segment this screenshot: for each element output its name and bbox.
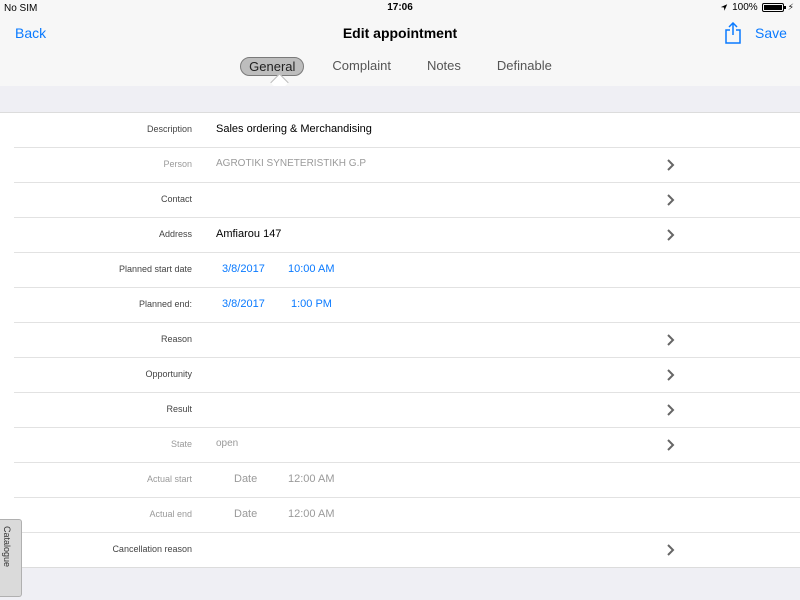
catalogue-tab[interactable]: Catalogue (0, 519, 22, 597)
tab-complaint[interactable]: Complaint (324, 57, 399, 76)
chevron-right-icon (667, 229, 675, 241)
reason-row[interactable]: Reason (14, 323, 800, 358)
charging-icon: ⚡ (787, 2, 794, 12)
chevron-right-icon (667, 439, 675, 451)
chevron-right-icon (667, 334, 675, 346)
cancellation-reason-row[interactable]: Cancellation reason (14, 533, 800, 567)
status-bar: No SIM 17:06 100% ⚡ (0, 0, 800, 16)
share-icon[interactable] (724, 22, 742, 44)
actual-end-date: Date (234, 508, 258, 520)
state-label: State (170, 439, 192, 449)
state-value: open (216, 438, 239, 449)
chevron-right-icon (667, 369, 675, 381)
status-right: 100% ⚡ (720, 2, 794, 13)
actual-end-label: Actual end (149, 509, 192, 519)
planned-end-date[interactable]: 3/8/2017 (222, 298, 265, 310)
address-label: Address (158, 229, 192, 239)
person-row[interactable]: Person AGROTIKI SYNETERISTIKH G.P (14, 148, 800, 183)
planned-end-label: Planned end: (138, 299, 192, 309)
reason-label: Reason (160, 334, 192, 344)
chevron-right-icon (667, 544, 675, 556)
chevron-right-icon (667, 194, 675, 206)
description-label: Description (146, 124, 192, 134)
state-row[interactable]: State open (14, 428, 800, 463)
person-value: AGROTIKI SYNETERISTIKH G.P (216, 158, 367, 169)
chevron-right-icon (667, 159, 675, 171)
actual-start-row: Actual start Date 12:00 AM (14, 463, 800, 498)
person-label: Person (163, 159, 192, 169)
opportunity-label: Opportunity (145, 369, 192, 379)
planned-start-row: Planned start date 3/8/2017 10:00 AM (14, 253, 800, 288)
description-field[interactable]: Sales ordering & Merchandising (216, 123, 372, 135)
contact-row[interactable]: Contact (14, 183, 800, 218)
catalogue-tab-label: Catalogue (2, 526, 12, 568)
actual-end-time: 12:00 AM (288, 508, 335, 520)
contact-label: Contact (160, 194, 192, 204)
appointment-form: Description Sales ordering & Merchandisi… (0, 112, 800, 568)
actual-start-date: Date (234, 473, 258, 485)
result-row[interactable]: Result (14, 393, 800, 428)
planned-end-row: Planned end: 3/8/2017 1:00 PM (14, 288, 800, 323)
page-title: Edit appointment (342, 25, 458, 41)
planned-start-time[interactable]: 10:00 AM (288, 263, 334, 275)
battery-percent: 100% (732, 2, 758, 13)
chevron-right-icon (667, 404, 675, 416)
opportunity-row[interactable]: Opportunity (14, 358, 800, 393)
tab-definable[interactable]: Definable (489, 57, 560, 76)
actual-start-label: Actual start (146, 474, 192, 484)
form-content: Description Sales ordering & Merchandisi… (0, 86, 800, 600)
battery-icon (761, 3, 786, 12)
status-time: 17:06 (387, 2, 413, 13)
planned-start-date[interactable]: 3/8/2017 (222, 263, 265, 275)
result-label: Result (166, 404, 192, 414)
planned-start-label: Planned start date (118, 264, 192, 274)
actual-start-time: 12:00 AM (288, 473, 335, 485)
location-arrow-icon (720, 4, 728, 11)
tab-general[interactable]: General (240, 57, 305, 76)
navigation-bar: Back Edit appointment Save General Compl… (0, 16, 800, 87)
planned-end-time[interactable]: 1:00 PM (291, 298, 332, 310)
description-row[interactable]: Description Sales ordering & Merchandisi… (14, 113, 800, 148)
cancellation-reason-label: Cancellation reason (112, 544, 192, 554)
address-value: Amfiarou 147 (216, 228, 282, 240)
address-row[interactable]: Address Amfiarou 147 (14, 218, 800, 253)
tab-bar: General Complaint Notes Definable (0, 57, 800, 76)
actual-end-row: Actual end Date 12:00 AM (14, 498, 800, 533)
save-button[interactable]: Save (755, 25, 787, 41)
tab-notes[interactable]: Notes (419, 57, 469, 76)
